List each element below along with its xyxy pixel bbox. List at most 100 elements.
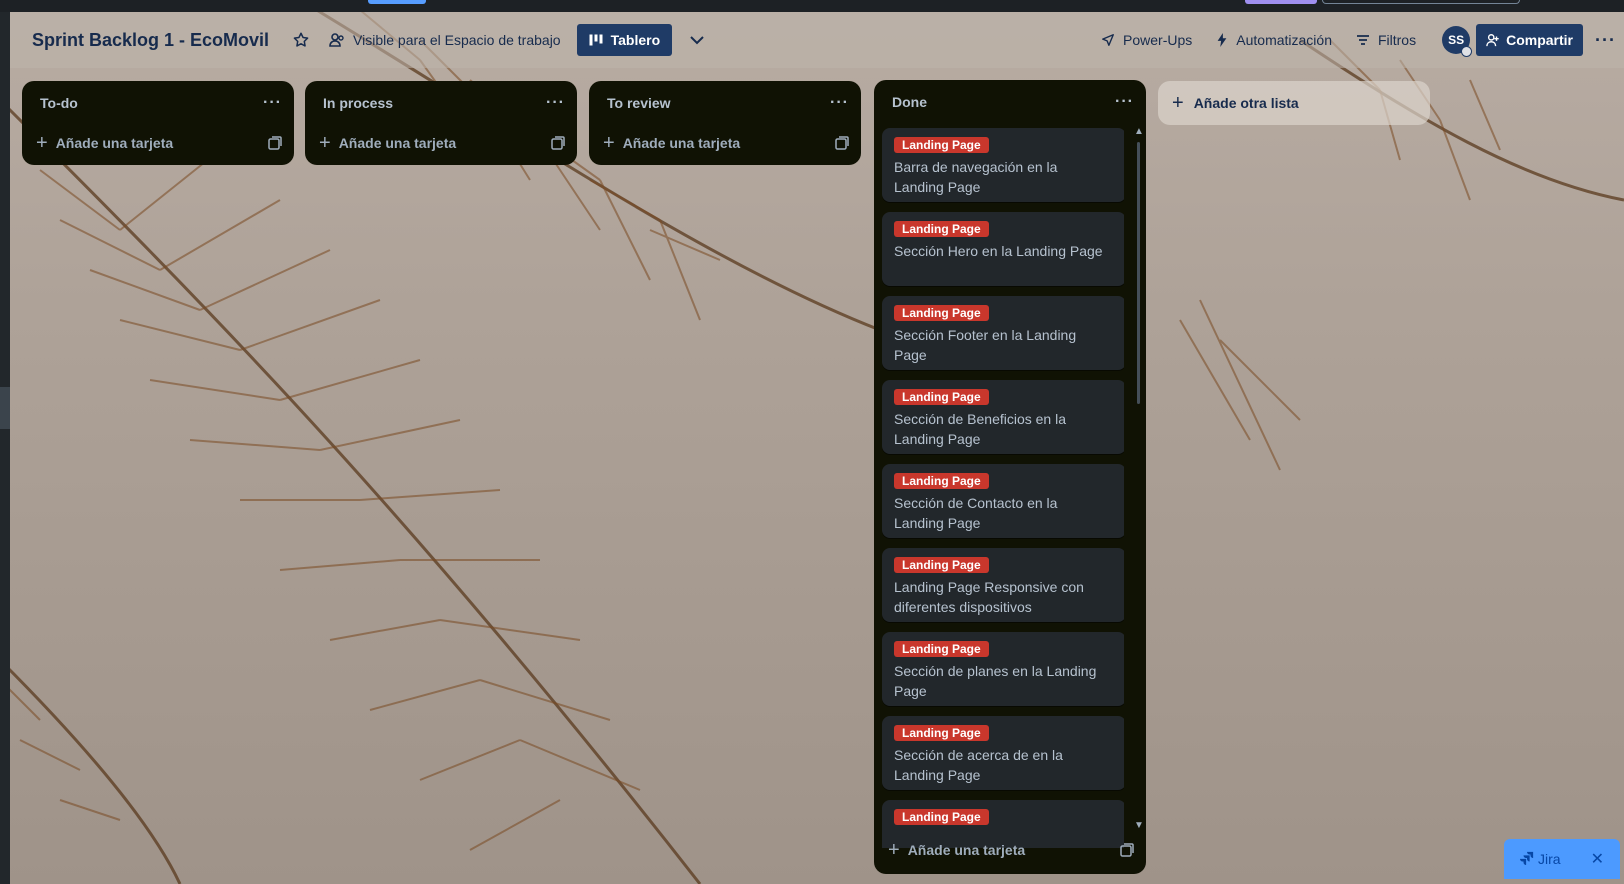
plus-icon: +: [319, 132, 331, 154]
add-card-label: Añade una tarjeta: [622, 135, 741, 151]
template-icon[interactable]: [551, 136, 565, 150]
card-label-badge[interactable]: Landing Page: [894, 137, 989, 153]
card[interactable]: Landing Page Sección de acerca de en la L…: [882, 716, 1124, 790]
card[interactable]: Landing Page Sección Footer en la Landing…: [882, 296, 1124, 370]
automation-button[interactable]: Automatización: [1204, 24, 1344, 56]
jira-label: Jira: [1538, 851, 1561, 867]
template-icon[interactable]: [268, 136, 282, 150]
list-header: In process ···: [305, 81, 577, 125]
more-icon[interactable]: ···: [1115, 93, 1134, 111]
card[interactable]: Landing Page Sección de Beneficios en la …: [882, 380, 1124, 454]
scroll-down-icon[interactable]: ▼: [1134, 820, 1144, 831]
card-title: Sección de Contacto en la Landing Page: [894, 495, 1058, 531]
plus-icon: +: [36, 132, 48, 154]
list-header: To-do ···: [22, 81, 294, 125]
add-card-button[interactable]: + Añade una tarjeta: [305, 125, 577, 161]
share-user-icon: [1486, 33, 1500, 47]
list-header: To review ···: [589, 81, 861, 125]
top-indicator: [368, 0, 426, 4]
top-indicator: [1322, 0, 1520, 4]
card-title: Sección de Beneficios en la Landing Page: [894, 411, 1066, 447]
card-label-badge[interactable]: Landing Page: [894, 725, 989, 741]
template-icon[interactable]: [835, 136, 849, 150]
chevron-down-icon[interactable]: [686, 29, 708, 51]
add-list-button[interactable]: + Añade otra lista: [1158, 81, 1430, 125]
card[interactable]: Landing Page Sección Hero en la Landing P…: [882, 212, 1124, 286]
add-card-button[interactable]: + Añade una tarjeta: [22, 125, 294, 161]
star-icon[interactable]: [291, 30, 311, 50]
filter-icon: [1356, 34, 1370, 46]
scroll-up-icon[interactable]: ▲: [1134, 126, 1144, 137]
card-label-badge[interactable]: Landing Page: [894, 389, 989, 405]
more-icon[interactable]: ···: [830, 94, 849, 112]
card-title: Sección de planes en la Landing Page: [894, 663, 1097, 699]
card-label-badge[interactable]: Landing Page: [894, 809, 989, 825]
jira-icon: [1520, 851, 1534, 868]
more-icon[interactable]: ···: [1595, 30, 1616, 51]
avatar-initials: SS: [1448, 33, 1465, 47]
scrollbar-thumb[interactable]: [1137, 142, 1140, 404]
filters-button[interactable]: Filtros: [1344, 24, 1428, 56]
board-icon: [589, 34, 603, 46]
board-view-button[interactable]: Tablero: [576, 24, 673, 56]
list-in-process: In process ··· + Añade una tarjeta: [305, 81, 577, 165]
add-card-label: Añade una tarjeta: [338, 135, 457, 151]
list-title[interactable]: Done: [892, 94, 927, 110]
card-title: Barra de navegación en la Landing Page: [894, 159, 1058, 195]
board-header: Sprint Backlog 1 - EcoMovil Visible para…: [10, 12, 1624, 68]
board-view-label: Tablero: [610, 32, 661, 48]
close-icon[interactable]: ✕: [1591, 849, 1604, 869]
list-title[interactable]: In process: [323, 95, 393, 111]
add-list-label: Añade otra lista: [1193, 95, 1299, 111]
plus-icon: +: [1172, 92, 1184, 114]
admin-badge-icon: [1461, 46, 1473, 57]
card-title: Sección de acerca de en la Landing Page: [894, 747, 1063, 783]
browser-top-strip: [0, 0, 1624, 12]
add-card-button[interactable]: + Añade una tarjeta: [874, 832, 1146, 868]
jira-widget[interactable]: Jira ✕: [1504, 839, 1620, 879]
card-label-badge[interactable]: Landing Page: [894, 305, 989, 321]
plus-icon: +: [888, 839, 900, 861]
plus-icon: +: [603, 132, 615, 154]
list-todo: To-do ··· + Añade una tarjeta: [22, 81, 294, 165]
card-label-badge[interactable]: Landing Page: [894, 641, 989, 657]
avatar[interactable]: SS: [1442, 26, 1473, 57]
sidebar-toggle[interactable]: [0, 387, 10, 429]
visibility-button[interactable]: Visible para el Espacio de trabajo: [329, 32, 561, 48]
card[interactable]: Landing Page Barra de navegación en la La…: [882, 128, 1124, 202]
share-label: Compartir: [1506, 32, 1574, 48]
rocket-icon: [1101, 33, 1115, 47]
card-list: Landing Page Barra de navegación en la La…: [882, 128, 1124, 848]
more-icon[interactable]: ···: [546, 94, 565, 112]
add-card-label: Añade una tarjeta: [907, 842, 1026, 858]
template-icon[interactable]: [1120, 843, 1134, 857]
filters-label: Filtros: [1377, 32, 1417, 48]
share-button[interactable]: Compartir: [1476, 24, 1584, 56]
left-sidebar-edge[interactable]: [0, 12, 10, 884]
list-title[interactable]: To review: [607, 95, 671, 111]
card-title: Sección Footer en la Landing Page: [894, 327, 1077, 363]
lightning-icon: [1216, 33, 1228, 47]
scrollbar[interactable]: ▲ ▼: [1134, 126, 1144, 884]
list-title[interactable]: To-do: [40, 95, 78, 111]
card[interactable]: Landing Page Sección de planes en la Land…: [882, 632, 1124, 706]
powerups-button[interactable]: Power-Ups: [1089, 24, 1204, 56]
card[interactable]: Landing Page Landing Page Responsive con …: [882, 548, 1124, 622]
powerups-label: Power-Ups: [1123, 32, 1193, 48]
add-card-button[interactable]: + Añade una tarjeta: [589, 125, 861, 161]
card[interactable]: Landing Page Sección de Contacto en la La…: [882, 464, 1124, 538]
board-title[interactable]: Sprint Backlog 1 - EcoMovil: [32, 30, 269, 51]
list-done: Done ··· Landing Page Barra de navegación…: [874, 80, 1146, 874]
list-header: Done ···: [874, 80, 1146, 124]
workspace-icon: [329, 32, 345, 48]
list-to-review: To review ··· + Añade una tarjeta: [589, 81, 861, 165]
card-label-badge[interactable]: Landing Page: [894, 221, 989, 237]
add-card-label: Añade una tarjeta: [55, 135, 174, 151]
card-title: Landing Page Responsive con diferentes d…: [894, 579, 1084, 615]
automation-label: Automatización: [1236, 32, 1332, 48]
card-title: Sección Hero en la Landing Page: [894, 243, 1103, 259]
card-label-badge[interactable]: Landing Page: [894, 557, 989, 573]
card-label-badge[interactable]: Landing Page: [894, 473, 989, 489]
more-icon[interactable]: ···: [263, 94, 282, 112]
top-indicator: [1245, 0, 1317, 4]
